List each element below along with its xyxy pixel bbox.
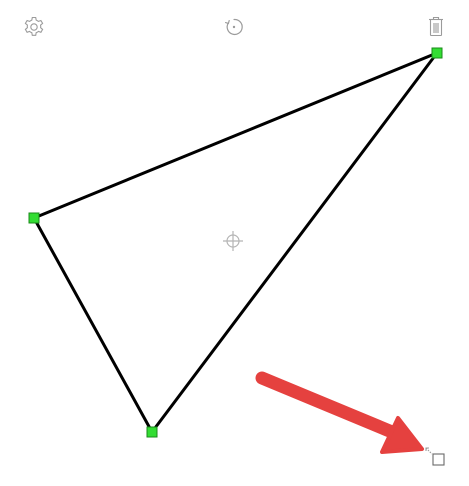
annotation-arrow (255, 371, 424, 454)
move-center-icon[interactable] (223, 231, 243, 251)
vertex-handle-left[interactable] (28, 212, 40, 224)
rotate-icon[interactable] (222, 15, 246, 39)
triangle-shape[interactable] (31, 49, 442, 435)
gear-icon[interactable] (22, 15, 46, 39)
vertex-handle-top-right[interactable] (431, 47, 443, 59)
trash-icon[interactable] (424, 14, 448, 40)
vertex-handle-bottom[interactable] (146, 426, 158, 438)
drawing-canvas[interactable] (0, 0, 469, 486)
resize-handle-icon[interactable] (424, 445, 448, 469)
